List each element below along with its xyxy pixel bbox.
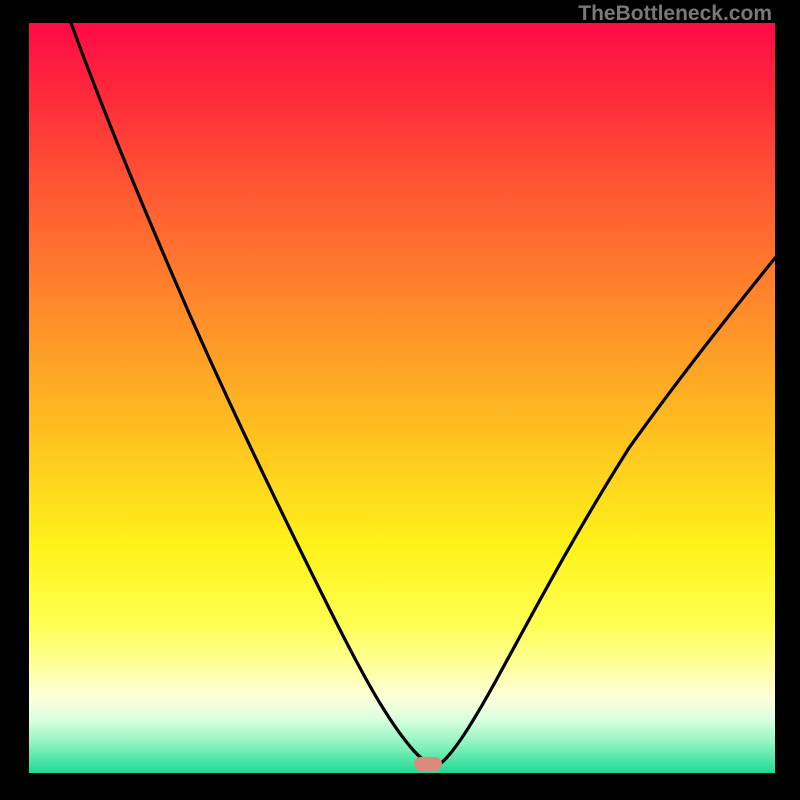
watermark-text: TheBottleneck.com xyxy=(578,2,772,26)
optimal-point-marker xyxy=(414,757,442,771)
bottleneck-curve xyxy=(29,23,775,773)
curve-path xyxy=(71,23,775,764)
chart-frame: TheBottleneck.com xyxy=(0,0,800,800)
plot-area xyxy=(29,23,775,773)
